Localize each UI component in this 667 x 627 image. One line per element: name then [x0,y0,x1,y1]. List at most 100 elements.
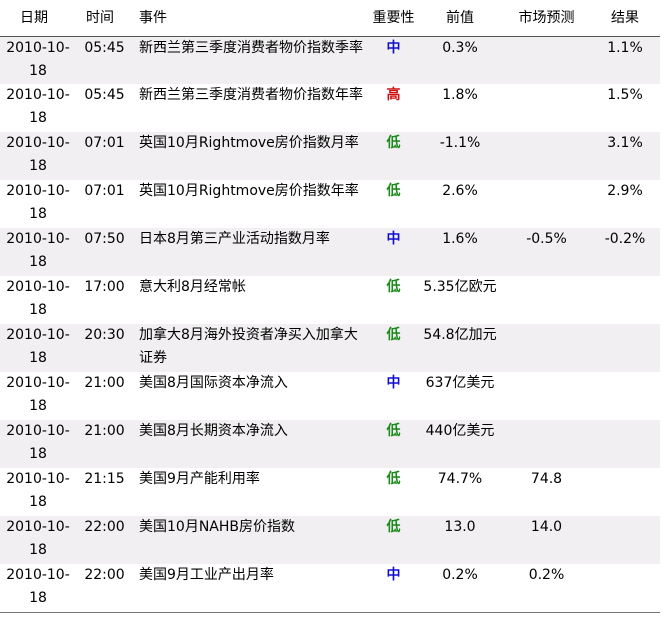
importance-cell: 高 [386,87,401,103]
calendar-rows: 2010-10-18 05:45 新西兰第三季度消费者物价指数季率中 0.3% 1.1%… [0,36,660,612]
economic-calendar: 日期 时间 事件 重要性 前值 市场预测 结果 2010-10-18 05:45 新… [0,0,667,627]
date-cell: 2010-10-18 [6,567,70,606]
date-cell: 2010-10-18 [6,87,70,126]
table-row: 2010-10-18 21:00 美国8月国际资本净流入 中 637亿美元 [0,372,660,420]
previous-cell: 0.2% [442,567,478,583]
actual-cell: -0.2% [590,228,660,276]
actual-cell [590,324,660,372]
actual-cell: 3.1% [590,132,660,180]
event-cell: 加拿大8月海外投资者净买入加拿大证券 [133,324,370,372]
forecast-cell [503,180,590,228]
time-cell: 22:00 [76,516,133,564]
table-row: 2010-10-18 17:00 意大利8月经常帐 低 5.35亿欧元 [0,276,660,324]
table-row: 2010-10-18 07:01 英国10月Rightmove房价指数年率 低 2.6%… [0,180,660,228]
previous-cell: -1.1% [417,132,503,180]
event-cell: 美国9月工业产出月率 [139,567,274,583]
date-cell: 2010-10-18 [0,420,76,468]
date-cell: 2010-10-18 [6,183,70,222]
actual-cell [590,468,660,516]
header-actual: 结果 [611,9,639,26]
forecast-cell [503,36,590,84]
event-cell: 新西兰第三季度消费者物价指数年率 [139,87,363,103]
previous-cell: 54.8亿加元 [417,324,503,372]
time-cell: 21:00 [76,420,133,468]
previous-cell: 440亿美元 [417,420,503,468]
importance-cell: 中 [370,228,417,276]
actual-cell [590,276,660,324]
previous-cell: 1.8% [442,87,478,103]
importance-cell: 低 [370,516,417,564]
time-cell: 17:00 [84,279,125,295]
forecast-cell: 14.0 [503,516,590,564]
forecast-cell: 0.2% [528,567,565,583]
event-cell: 美国8月国际资本净流入 [139,375,288,391]
date-cell: 2010-10-18 [6,471,70,510]
table-row: 2010-10-18 05:45 新西兰第三季度消费者物价指数季率中 0.3% 1.1% [0,36,660,84]
table-row: 2010-10-18 20:30 加拿大8月海外投资者净买入加拿大证券低 54.8亿加… [0,324,660,372]
importance-cell: 低 [370,420,417,468]
date-cell: 2010-10-18 [0,132,76,180]
event-cell: 美国10月NAHB房价指数 [133,516,370,564]
time-cell: 05:45 [84,87,125,103]
header-importance: 重要性 [372,9,415,26]
importance-cell: 中 [386,567,401,583]
header-previous: 前值 [446,9,474,26]
actual-cell [590,564,660,612]
event-cell: 日本8月第三产业活动指数月率 [133,228,370,276]
previous-cell: 637亿美元 [425,375,495,391]
actual-cell: 2.9% [607,183,643,199]
date-cell: 2010-10-18 [0,324,76,372]
event-cell: 英国10月Rightmove房价指数年率 [139,183,359,199]
importance-cell: 低 [386,471,401,487]
header-forecast: 市场预测 [518,9,575,26]
importance-cell: 低 [370,132,417,180]
date-cell: 2010-10-18 [6,279,70,318]
event-cell: 美国9月产能利用率 [139,471,260,487]
date-cell: 2010-10-18 [0,36,76,84]
event-cell: 意大利8月经常帐 [139,279,246,295]
event-cell: 英国10月Rightmove房价指数月率 [133,132,370,180]
table-row: 2010-10-18 22:00 美国10月NAHB房价指数低 13.0 14.0 [0,516,660,564]
date-cell: 2010-10-18 [6,375,70,414]
table-row: 2010-10-18 07:50 日本8月第三产业活动指数月率中 1.6% -0.5% -… [0,228,660,276]
actual-cell: 1.1% [590,36,660,84]
time-cell: 22:00 [84,567,125,583]
importance-cell: 低 [386,183,401,199]
actual-cell: 1.5% [607,87,643,103]
header-time: 时间 [86,9,114,26]
table-row: 2010-10-18 22:00 美国9月工业产出月率 中 0.2% 0.2% [0,564,660,612]
importance-cell: 中 [370,36,417,84]
forecast-cell [503,132,590,180]
previous-cell: 5.35亿欧元 [423,279,497,295]
importance-cell: 中 [386,375,401,391]
header-event: 事件 [139,9,167,26]
time-cell: 20:30 [76,324,133,372]
time-cell: 07:50 [76,228,133,276]
time-cell: 07:01 [84,183,125,199]
importance-cell: 低 [386,279,401,295]
actual-cell [590,372,660,420]
importance-cell: 低 [370,324,417,372]
forecast-cell [503,372,590,420]
forecast-cell [503,420,590,468]
table-row: 2010-10-18 21:00 美国8月长期资本净流入低 440亿美元 [0,420,660,468]
forecast-cell [503,324,590,372]
date-cell: 2010-10-18 [0,516,76,564]
table-row: 2010-10-18 07:01 英国10月Rightmove房价指数月率低 -1.1… [0,132,660,180]
time-cell: 21:00 [84,375,125,391]
table-row: 2010-10-18 21:15 美国9月产能利用率 低 74.7% 74.8 [0,468,660,516]
previous-cell: 13.0 [417,516,503,564]
time-cell: 05:45 [76,36,133,84]
event-cell: 美国8月长期资本净流入 [133,420,370,468]
previous-cell: 0.3% [417,36,503,84]
header-row: 日期 时间 事件 重要性 前值 市场预测 结果 [0,0,660,36]
previous-cell: 2.6% [442,183,478,199]
time-cell: 07:01 [76,132,133,180]
event-cell: 新西兰第三季度消费者物价指数季率 [133,36,370,84]
previous-cell: 74.7% [437,471,483,487]
header-date: 日期 [20,9,48,26]
actual-cell [590,516,660,564]
forecast-cell: -0.5% [503,228,590,276]
actual-cell [590,420,660,468]
date-cell: 2010-10-18 [0,228,76,276]
